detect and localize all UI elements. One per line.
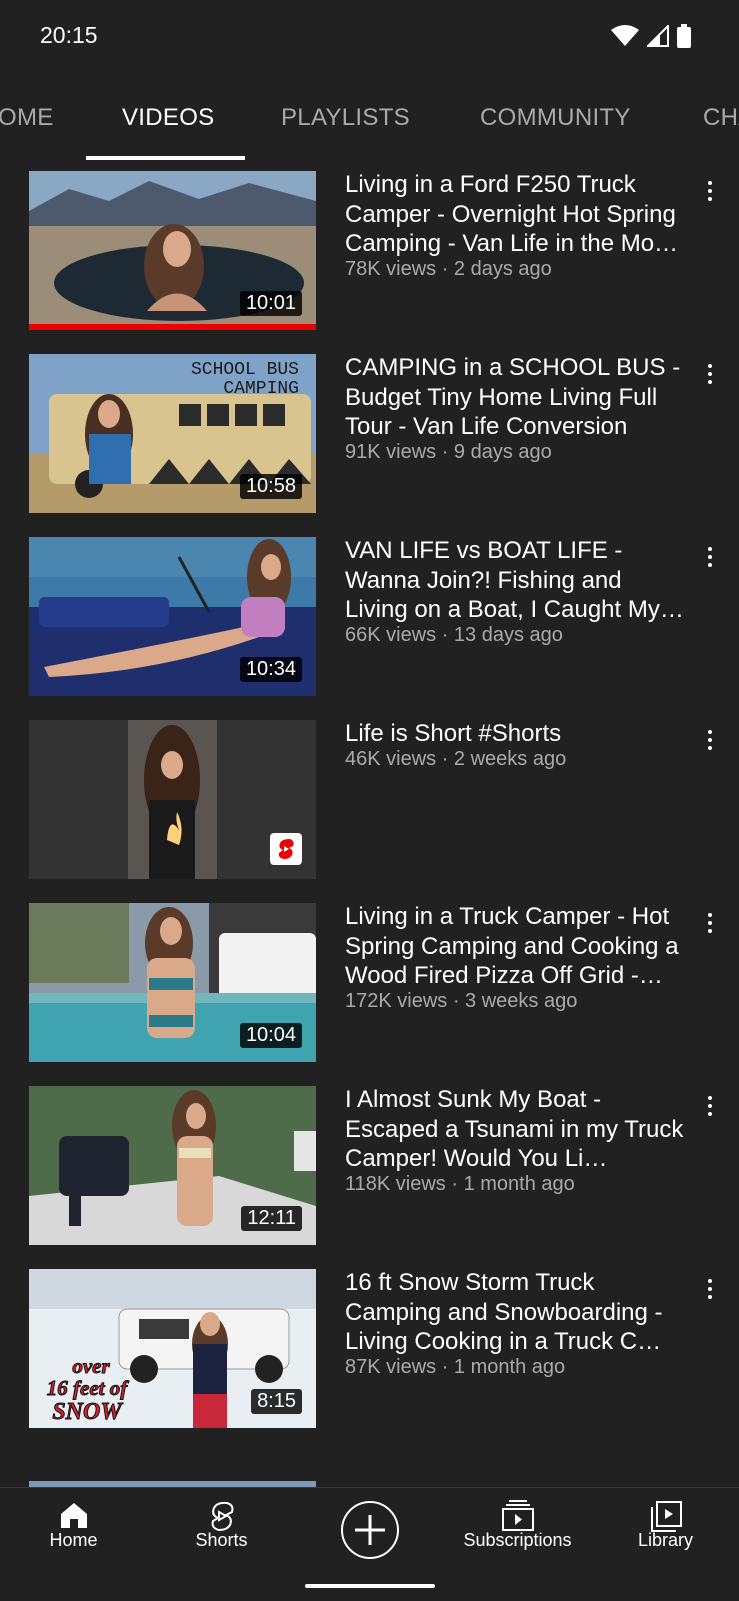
video-thumbnail[interactable]: SCHOOL BUS CAMPING 10:58 xyxy=(29,354,316,513)
shorts-badge-icon xyxy=(270,833,302,865)
svg-text:16 feet of: 16 feet of xyxy=(47,1376,129,1400)
video-thumbnail[interactable]: 10:01 xyxy=(29,171,316,330)
more-vert-icon[interactable] xyxy=(700,1089,720,1123)
status-icons xyxy=(611,23,691,53)
video-item[interactable]: 10:04 Living in a Truck Camper - Hot Spr… xyxy=(0,902,739,1062)
nav-library[interactable]: Library xyxy=(592,1488,739,1578)
video-meta: 46K views · 2 weeks ago xyxy=(345,748,567,770)
video-item[interactable]: SCHOOL BUS CAMPING 10:58 CAMPING in a SC… xyxy=(0,353,739,513)
video-item[interactable]: 10:34 VAN LIFE vs BOAT LIFE - Wanna Join… xyxy=(0,536,739,696)
video-duration: 10:01 xyxy=(239,291,302,316)
thumbnail-caption: SCHOOL BUS CAMPING xyxy=(191,360,299,398)
video-duration: 8:15 xyxy=(251,1389,302,1414)
svg-text:SNOW: SNOW xyxy=(52,1399,123,1423)
nav-subscriptions[interactable]: Subscriptions xyxy=(444,1488,591,1578)
active-tab-indicator xyxy=(86,156,245,160)
video-meta: 87K views · 1 month ago xyxy=(345,1356,566,1378)
video-title[interactable]: 16 ft Snow Storm Truck Camping and Snowb… xyxy=(345,1268,685,1357)
tab-home[interactable]: OME xyxy=(0,104,54,132)
status-bar: 20:15 xyxy=(0,0,739,74)
video-title[interactable]: CAMPING in a SCHOOL BUS - Budget Tiny Ho… xyxy=(345,353,685,442)
signal-icon xyxy=(645,23,669,52)
video-meta: 91K views · 9 days ago xyxy=(345,441,552,463)
video-thumbnail[interactable]: over 16 feet of SNOW 8:15 xyxy=(29,1269,316,1428)
tab-community[interactable]: COMMUNITY xyxy=(480,104,631,132)
nav-shorts[interactable]: Shorts xyxy=(148,1488,295,1578)
more-vert-icon[interactable] xyxy=(700,1272,720,1306)
video-thumbnail[interactable]: 10:04 xyxy=(29,903,316,1062)
nav-shorts-label: Shorts xyxy=(195,1530,248,1550)
video-duration: 10:04 xyxy=(239,1023,302,1048)
status-time: 20:15 xyxy=(40,22,98,48)
more-vert-icon[interactable] xyxy=(700,906,720,940)
video-title[interactable]: Living in a Ford F250 Truck Camper - Ove… xyxy=(345,170,685,259)
nav-library-label: Library xyxy=(637,1530,694,1550)
nav-home[interactable]: Home xyxy=(0,1488,147,1578)
video-meta: 78K views · 2 days ago xyxy=(345,258,552,280)
video-title[interactable]: VAN LIFE vs BOAT LIFE - Wanna Join?! Fis… xyxy=(345,536,685,625)
more-vert-icon[interactable] xyxy=(700,174,720,208)
video-title[interactable]: Living in a Truck Camper - Hot Spring Ca… xyxy=(345,902,685,991)
more-vert-icon[interactable] xyxy=(700,540,720,574)
video-title[interactable]: Life is Short #Shorts xyxy=(345,719,685,749)
video-item[interactable]: 10:01 Living in a Ford F250 Truck Camper… xyxy=(0,170,739,330)
video-thumbnail[interactable]: 12:11 xyxy=(29,1086,316,1245)
more-vert-icon[interactable] xyxy=(700,357,720,391)
svg-text:SCHOOL BUS: SCHOOL BUS xyxy=(191,360,299,380)
video-meta: 172K views · 3 weeks ago xyxy=(345,990,578,1012)
video-duration: 12:11 xyxy=(241,1206,302,1231)
video-item[interactable]: over 16 feet of SNOW 8:15 16 ft Snow Sto… xyxy=(0,1268,739,1428)
tab-channels[interactable]: CHA xyxy=(703,104,739,132)
svg-text:CAMPING: CAMPING xyxy=(223,379,299,398)
video-item[interactable]: Life is Short #Shorts 46K views · 2 week… xyxy=(0,719,739,879)
thumbnail-caption: over 16 feet of SNOW xyxy=(46,1354,129,1424)
svg-text:over: over xyxy=(72,1354,110,1378)
video-item[interactable]: 12:11 I Almost Sunk My Boat - Escaped a … xyxy=(0,1085,739,1245)
video-thumbnail[interactable] xyxy=(29,720,316,879)
video-duration: 10:34 xyxy=(239,657,302,682)
tab-playlists[interactable]: PLAYLISTS xyxy=(281,104,410,132)
gesture-home-indicator[interactable] xyxy=(305,1584,435,1588)
nav-home-label: Home xyxy=(49,1530,98,1550)
channel-tabs: OME VIDEOS PLAYLISTS COMMUNITY CHA xyxy=(0,86,739,160)
video-thumbnail[interactable]: 10:34 xyxy=(29,537,316,696)
wifi-icon xyxy=(611,25,639,52)
battery-icon xyxy=(677,24,691,53)
create-icon[interactable] xyxy=(341,1501,399,1559)
more-vert-icon[interactable] xyxy=(700,723,720,757)
video-meta: 118K views · 1 month ago xyxy=(345,1173,575,1195)
watch-progress-bar xyxy=(29,324,316,330)
tab-videos[interactable]: VIDEOS xyxy=(122,104,215,132)
video-title[interactable]: I Almost Sunk My Boat - Escaped a Tsunam… xyxy=(345,1085,685,1174)
nav-subscriptions-label: Subscriptions xyxy=(463,1530,572,1550)
video-meta: 66K views · 13 days ago xyxy=(345,624,563,646)
video-duration: 10:58 xyxy=(239,474,302,499)
